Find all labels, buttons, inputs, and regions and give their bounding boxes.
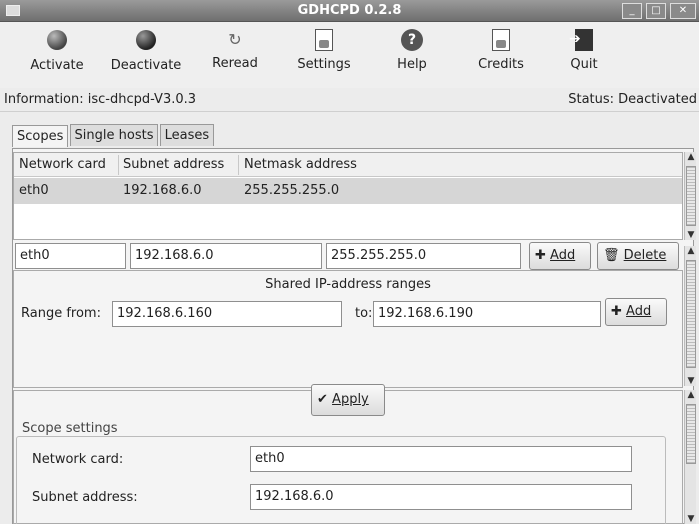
table-header: Network card Subnet address Netmask addr… — [14, 153, 682, 177]
range-to-label: to: — [355, 306, 373, 321]
window-title: GDHCPD 0.2.8 — [297, 3, 402, 18]
help-button[interactable]: ? Help — [394, 28, 430, 72]
settings-scrollbar[interactable]: ▲ ▼ — [684, 390, 696, 524]
close-button[interactable]: ✕ — [670, 3, 696, 19]
network-card-input[interactable]: eth0 — [15, 243, 126, 269]
title-bar: GDHCPD 0.2.8 _ □ ✕ — [0, 0, 699, 22]
table-row[interactable]: eth0 192.168.6.0 255.255.255.0 — [14, 178, 682, 204]
status-label: Status: Deactivated — [568, 92, 697, 107]
scopes-table[interactable]: Network card Subnet address Netmask addr… — [13, 152, 683, 240]
plus-icon: ✚ — [535, 248, 546, 263]
plus-icon: ✚ — [611, 304, 622, 319]
deactivate-button[interactable]: Deactivate — [106, 28, 186, 73]
reread-button[interactable]: ↻ Reread — [208, 28, 262, 71]
netmask-input[interactable]: 255.255.255.0 — [326, 243, 521, 269]
scroll-thumb[interactable] — [686, 166, 696, 226]
shared-ranges-title: Shared IP-address ranges — [265, 277, 431, 292]
scroll-down-icon[interactable]: ▼ — [686, 514, 696, 524]
scroll-up-icon[interactable]: ▲ — [686, 390, 696, 400]
activate-icon — [47, 30, 67, 50]
delete-scope-button[interactable]: 🗑 Delete — [597, 242, 679, 270]
settings-network-card-input[interactable]: eth0 — [250, 446, 632, 472]
deactivate-icon — [136, 30, 156, 50]
quit-button[interactable]: Quit — [564, 28, 604, 72]
scroll-thumb[interactable] — [686, 404, 696, 464]
tab-bar: Scopes Single hosts Leases — [12, 124, 215, 148]
scope-settings-legend: Scope settings — [20, 421, 120, 436]
scroll-up-icon[interactable]: ▲ — [686, 152, 696, 162]
scroll-up-icon[interactable]: ▲ — [686, 246, 696, 256]
toolbar: Activate Deactivate ↻ Reread Settings ? … — [0, 22, 699, 88]
reread-icon: ↻ — [228, 30, 242, 49]
scroll-thumb[interactable] — [686, 260, 696, 368]
settings-icon — [315, 29, 333, 51]
network-card-label: Network card: — [32, 452, 124, 467]
column-netmask-address[interactable]: Netmask address — [244, 157, 357, 172]
information-label: Information: isc-dhcpd-V3.0.3 — [4, 92, 197, 107]
table-scrollbar[interactable]: ▲ ▼ — [684, 152, 696, 240]
settings-subnet-input[interactable]: 192.168.6.0 — [250, 484, 632, 510]
activate-button[interactable]: Activate — [26, 28, 88, 73]
help-icon: ? — [401, 29, 423, 51]
subnet-input[interactable]: 192.168.6.0 — [130, 243, 322, 269]
scroll-down-icon[interactable]: ▼ — [686, 376, 696, 386]
quit-icon — [569, 29, 593, 51]
add-range-button[interactable]: ✚ Add — [605, 298, 667, 326]
column-network-card[interactable]: Network card — [19, 157, 106, 172]
settings-button[interactable]: Settings — [292, 28, 356, 72]
add-scope-button[interactable]: ✚ Add — [529, 242, 591, 270]
scroll-down-icon[interactable]: ▼ — [686, 230, 696, 240]
range-from-label: Range from: — [21, 306, 101, 321]
ranges-scrollbar[interactable]: ▲ ▼ — [684, 246, 696, 386]
maximize-button[interactable]: □ — [646, 3, 666, 19]
apply-button[interactable]: ✔ Apply — [311, 384, 385, 416]
range-to-input[interactable]: 192.168.6.190 — [373, 301, 601, 327]
range-from-input[interactable]: 192.168.6.160 — [112, 301, 342, 327]
tab-single-hosts[interactable]: Single hosts — [69, 124, 159, 146]
tab-scopes[interactable]: Scopes — [12, 125, 69, 147]
checkmark-icon: ✔ — [317, 392, 328, 407]
tab-leases[interactable]: Leases — [159, 124, 215, 146]
trash-icon: 🗑 — [603, 248, 620, 263]
credits-icon — [492, 29, 510, 51]
subnet-address-label: Subnet address: — [32, 490, 138, 505]
credits-button[interactable]: Credits — [474, 28, 528, 72]
minimize-button[interactable]: _ — [622, 3, 642, 19]
column-subnet-address[interactable]: Subnet address — [123, 157, 224, 172]
shared-ranges-frame: Shared IP-address ranges — [13, 270, 683, 388]
info-bar: Information: isc-dhcpd-V3.0.3 Status: De… — [0, 88, 699, 112]
